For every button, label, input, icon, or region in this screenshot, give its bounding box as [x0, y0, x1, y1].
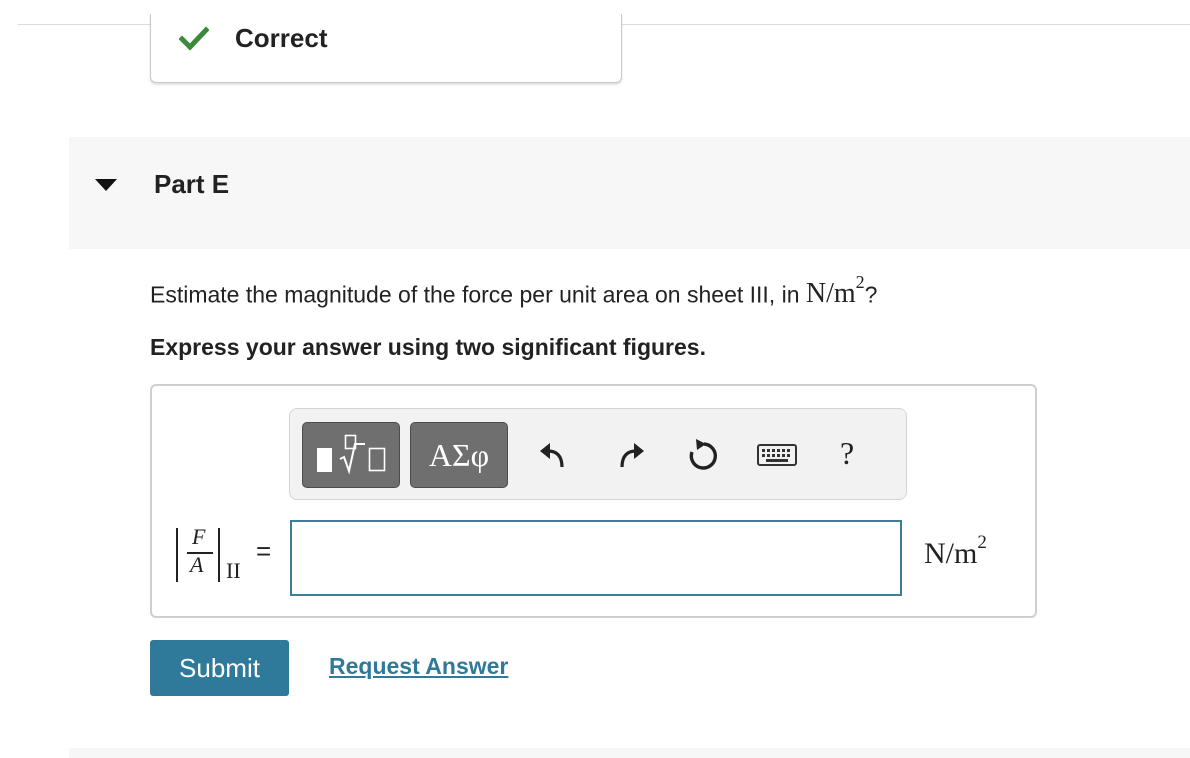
help-button[interactable]: ?	[840, 435, 854, 472]
greek-symbols-button[interactable]: ΑΣφ	[410, 422, 508, 488]
part-title: Part E	[154, 169, 230, 199]
redo-icon[interactable]	[612, 437, 648, 473]
question-suffix: ?	[864, 281, 878, 308]
question-unit: N/m2	[805, 272, 865, 310]
submit-button[interactable]: Submit	[150, 640, 289, 696]
math-toolbar: ΑΣφ ?	[289, 408, 907, 500]
templates-icon	[317, 434, 386, 475]
abs-bar-right	[218, 528, 220, 582]
templates-button[interactable]	[302, 422, 400, 488]
question-text: Estimate the magnitude of the force per …	[150, 281, 806, 308]
triangle-down-icon[interactable]	[95, 179, 117, 191]
label-denominator: A	[190, 552, 204, 577]
answer-unit: N/m2	[924, 532, 987, 570]
check-icon	[179, 26, 209, 51]
request-answer-link[interactable]: Request Answer	[329, 653, 508, 680]
reset-icon[interactable]	[684, 437, 720, 473]
feedback-panel: Correct	[150, 14, 622, 83]
keyboard-icon[interactable]	[756, 437, 798, 473]
part-header[interactable]: Part E	[69, 137, 1190, 249]
answer-input[interactable]	[290, 520, 902, 596]
answer-instruction: Express your answer using two significan…	[150, 334, 706, 360]
abs-bar-left	[176, 528, 178, 582]
equals-sign: =	[256, 536, 272, 566]
answer-label: F A II =	[174, 524, 284, 588]
next-part-band	[69, 748, 1190, 758]
undo-icon[interactable]	[536, 437, 572, 473]
label-subscript: II	[226, 558, 241, 583]
answer-panel: ΑΣφ ? F A II = N/m2	[150, 384, 1037, 618]
label-numerator: F	[192, 524, 206, 549]
feedback-status: Correct	[235, 23, 328, 53]
question-prompt: Estimate the magnitude of the force per …	[150, 272, 878, 310]
